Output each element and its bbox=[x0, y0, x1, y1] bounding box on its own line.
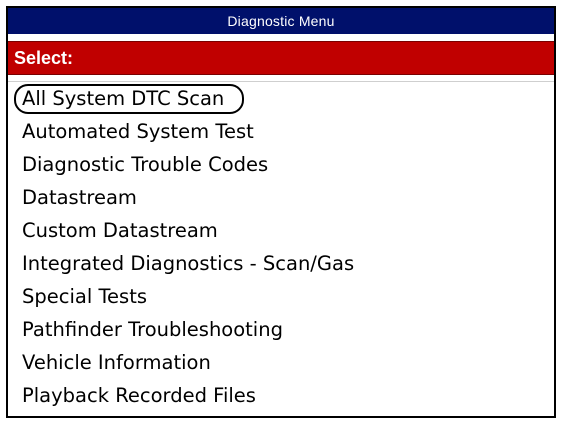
menu-item-label: Vehicle Information bbox=[22, 351, 211, 374]
window-title-bar: Diagnostic Menu bbox=[8, 8, 554, 34]
menu-item-diagnostic-trouble-codes[interactable]: Diagnostic Trouble Codes bbox=[8, 148, 554, 181]
menu-item-label: Pathfinder Troubleshooting bbox=[22, 318, 283, 341]
menu-item-integrated-diagnostics[interactable]: Integrated Diagnostics - Scan/Gas bbox=[8, 247, 554, 280]
menu-item-playback-recorded-files[interactable]: Playback Recorded Files bbox=[8, 379, 554, 412]
menu-item-label: All System DTC Scan bbox=[14, 84, 245, 114]
menu-item-label: Diagnostic Trouble Codes bbox=[22, 153, 269, 176]
menu-item-label: Special Tests bbox=[22, 285, 148, 308]
menu-item-label: Datastream bbox=[22, 186, 137, 209]
diagnostic-menu-list: All System DTC Scan Automated System Tes… bbox=[8, 81, 554, 412]
diagnostic-menu-window: Diagnostic Menu Select: All System DTC S… bbox=[6, 6, 556, 418]
window-title: Diagnostic Menu bbox=[227, 13, 335, 29]
menu-item-label: Playback Recorded Files bbox=[22, 384, 256, 407]
menu-item-label: Custom Datastream bbox=[22, 219, 218, 242]
menu-item-custom-datastream[interactable]: Custom Datastream bbox=[8, 214, 554, 247]
menu-item-all-system-dtc-scan[interactable]: All System DTC Scan bbox=[8, 82, 554, 115]
menu-item-pathfinder-troubleshooting[interactable]: Pathfinder Troubleshooting bbox=[8, 313, 554, 346]
menu-item-automated-system-test[interactable]: Automated System Test bbox=[8, 115, 554, 148]
menu-item-label: Automated System Test bbox=[22, 120, 254, 143]
select-label: Select: bbox=[14, 47, 74, 68]
select-header: Select: bbox=[8, 41, 554, 75]
menu-item-datastream[interactable]: Datastream bbox=[8, 181, 554, 214]
menu-item-label: Integrated Diagnostics - Scan/Gas bbox=[22, 252, 355, 275]
menu-item-special-tests[interactable]: Special Tests bbox=[8, 280, 554, 313]
menu-item-vehicle-information[interactable]: Vehicle Information bbox=[8, 346, 554, 379]
